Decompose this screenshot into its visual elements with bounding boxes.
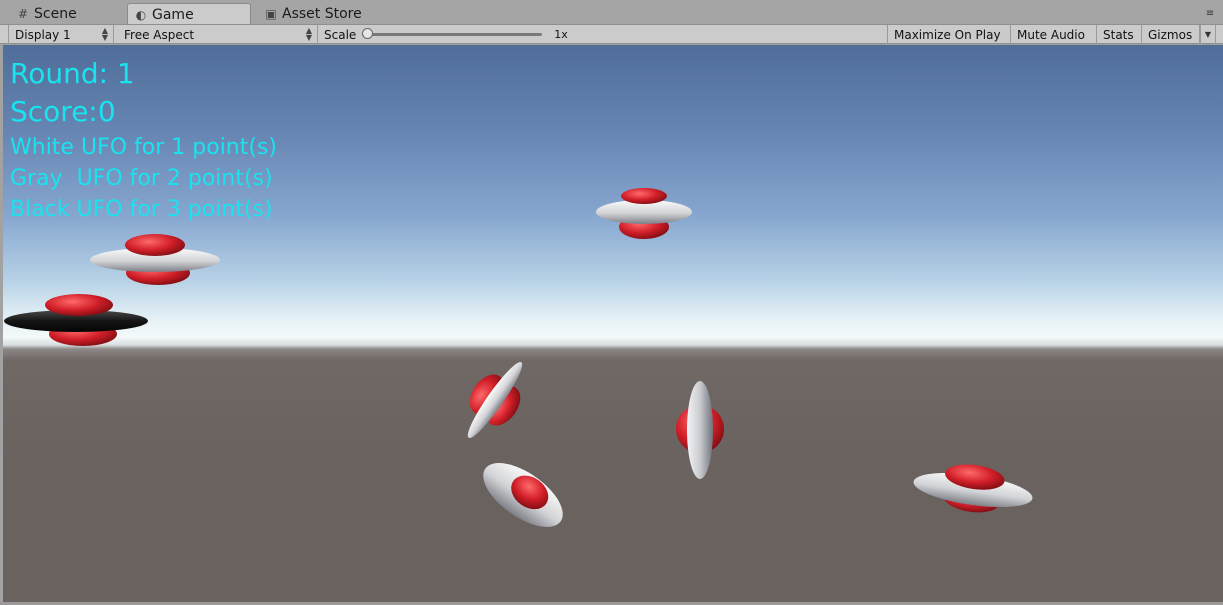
tab-scene[interactable]: # Scene (10, 3, 128, 24)
grid-icon: # (17, 6, 29, 21)
game-viewport[interactable]: Round: 1 Score:0 White UFO for 1 point(s… (3, 45, 1223, 602)
pacman-icon: ◐ (135, 7, 147, 22)
gizmos-dropdown[interactable]: ▼ (1200, 25, 1216, 44)
black-ufo-points-text: Black UFO for 3 point(s) (10, 197, 273, 222)
tab-asset-store-label: Asset Store (282, 5, 362, 22)
scale-value: 1x (554, 28, 568, 41)
ufo-white-3[interactable] (449, 349, 541, 452)
updown-arrow-icon: ▲ ▼ (101, 26, 108, 42)
updown-arrow-icon: ▲ ▼ (305, 26, 312, 42)
game-toolbar: Display 1 ▲ ▼ Free Aspect ▲ ▼ Scale 1x Max… (0, 24, 1223, 44)
ufo-layer (4, 188, 1036, 540)
stats-toggle[interactable]: Stats (1097, 25, 1142, 44)
ufo-white-6[interactable] (911, 457, 1036, 520)
display-dropdown-label: Display 1 (15, 27, 71, 42)
ufo-white-4[interactable] (676, 381, 724, 479)
maximize-on-play-toggle[interactable]: Maximize On Play (887, 25, 1011, 44)
gray-ufo-points-text: Gray UFO for 2 point(s) (10, 166, 273, 191)
scale-control: Scale 1x (318, 25, 588, 44)
gizmos-toggle[interactable]: Gizmos (1142, 25, 1200, 44)
editor-tab-bar: # Scene ◐ Game ▣ Asset Store ≡ (0, 0, 1223, 25)
display-dropdown[interactable]: Display 1 ▲ ▼ (8, 25, 114, 44)
scale-slider[interactable] (362, 28, 543, 39)
ufo-white-1[interactable] (90, 234, 220, 285)
round-text: Round: 1 (10, 57, 135, 90)
maximize-on-play-label: Maximize On Play (894, 27, 1001, 42)
bag-icon: ▣ (265, 6, 277, 21)
mute-audio-toggle[interactable]: Mute Audio (1011, 25, 1097, 44)
ufo-black-1[interactable] (4, 294, 148, 346)
scale-slider-thumb[interactable] (362, 28, 374, 39)
ufo-white-5[interactable] (473, 451, 574, 540)
score-text: Score:0 (10, 95, 116, 128)
aspect-dropdown-label: Free Aspect (124, 27, 195, 42)
mute-audio-label: Mute Audio (1017, 27, 1085, 42)
aspect-dropdown[interactable]: Free Aspect ▲ ▼ (118, 25, 318, 44)
panel-menu-icon[interactable]: ≡ (1203, 8, 1217, 20)
white-ufo-points-text: White UFO for 1 point(s) (10, 135, 277, 160)
ufo-white-2[interactable] (596, 188, 692, 239)
tab-scene-label: Scene (34, 5, 77, 22)
gizmos-label: Gizmos (1148, 27, 1193, 42)
tab-asset-store[interactable]: ▣ Asset Store (258, 3, 398, 24)
dropdown-arrow-icon: ▼ (1204, 30, 1212, 39)
stats-label: Stats (1103, 27, 1134, 42)
tab-game-label: Game (152, 6, 194, 23)
tab-game[interactable]: ◐ Game (127, 3, 251, 25)
scale-label: Scale (324, 27, 357, 42)
